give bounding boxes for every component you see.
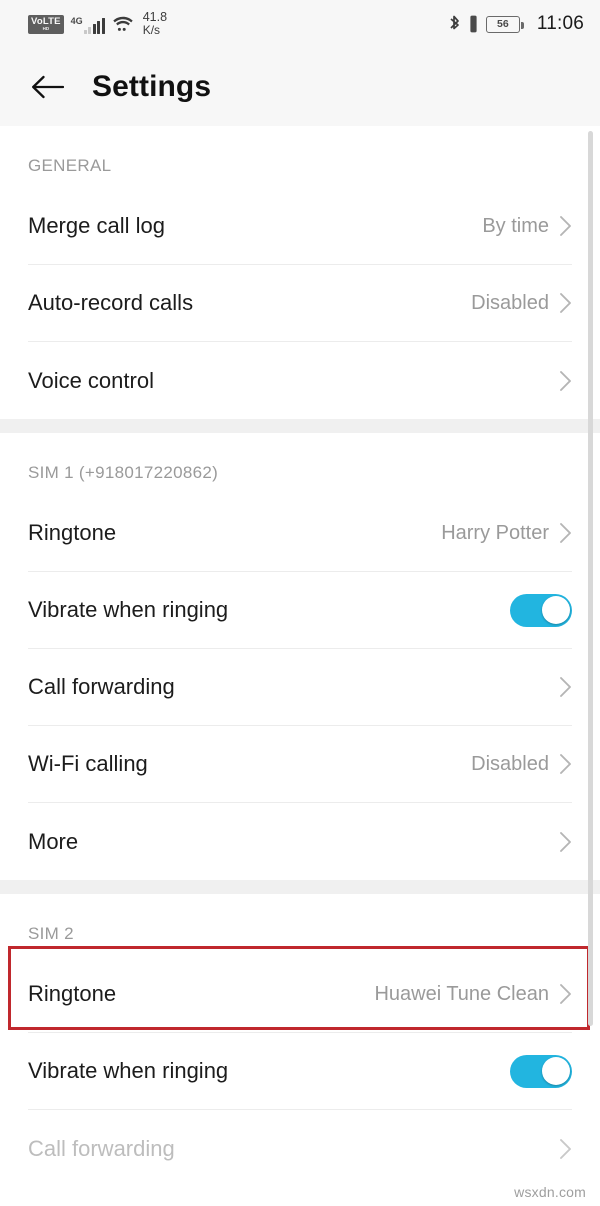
toggle-knob <box>541 1057 570 1085</box>
row-right: Disabled <box>471 292 572 315</box>
row-label: Vibrate when ringing <box>28 597 229 622</box>
status-bar-right: 56 11:06 <box>448 13 584 35</box>
section-divider <box>0 419 600 433</box>
row-right <box>549 370 572 392</box>
volte-icon: VoLTE HD <box>28 14 64 34</box>
chevron-right-icon <box>559 292 572 314</box>
battery-level-label: 56 <box>497 18 509 30</box>
row-right: By time <box>482 215 572 238</box>
section-header-sim1: SIM 1 (+918017220862) <box>28 463 219 482</box>
row-sim1-wifi-calling[interactable]: Wi-Fi calling Disabled <box>28 726 572 803</box>
row-right <box>549 676 572 698</box>
row-right <box>510 1054 572 1088</box>
row-label: Call forwarding <box>28 1135 175 1161</box>
vibrate-toggle-sim1[interactable] <box>510 593 572 627</box>
row-sim2-ringtone[interactable]: Ringtone Huawei Tune Clean <box>28 956 572 1033</box>
row-label: Vibrate when ringing <box>28 1058 229 1083</box>
row-sim1-call-forwarding[interactable]: Call forwarding <box>28 649 572 726</box>
row-value: Harry Potter <box>441 521 549 544</box>
volte-icon-sub: HD <box>42 26 50 32</box>
wifi-icon <box>112 15 134 33</box>
row-value: Disabled <box>471 752 549 775</box>
section-divider <box>0 880 600 894</box>
row-right <box>510 593 572 627</box>
vibrate-icon <box>468 14 479 34</box>
row-label: Merge call log <box>28 213 165 238</box>
app-bar: Settings <box>0 48 600 126</box>
network-speed-value: 41.8 <box>142 10 168 24</box>
row-label: Auto-record calls <box>28 290 194 315</box>
row-auto-record-calls[interactable]: Auto-record calls Disabled <box>28 265 572 342</box>
chevron-right-icon <box>559 215 572 237</box>
status-bar-left: VoLTE HD 4G 41.8 K/s <box>28 11 167 37</box>
chevron-right-icon <box>559 983 572 1005</box>
battery-icon: 56 <box>485 15 524 33</box>
vibrate-toggle-sim2[interactable] <box>510 1054 572 1088</box>
section-header-general: GENERAL <box>28 156 112 175</box>
row-merge-call-log[interactable]: Merge call log By time <box>28 188 572 265</box>
chevron-right-icon <box>559 753 572 775</box>
chevron-right-icon <box>559 370 572 392</box>
network-speed-indicator: 41.8 K/s <box>143 11 167 37</box>
row-label: Voice control <box>28 367 154 393</box>
chevron-right-icon <box>559 1138 572 1160</box>
row-sim2-vibrate-when-ringing[interactable]: Vibrate when ringing <box>28 1033 572 1110</box>
signal-bars-glyph <box>83 18 105 34</box>
section-header-sim2: SIM 2 <box>28 924 74 943</box>
scrollbar-thumb[interactable] <box>588 131 593 1026</box>
row-label: More <box>28 828 79 854</box>
settings-list: GENERAL Merge call log By time Auto-reco… <box>0 126 600 1206</box>
watermark-label: wsxdn.com <box>514 1184 586 1200</box>
signal-bars-icon: 4G <box>71 14 105 34</box>
network-speed-unit: K/s <box>142 23 161 37</box>
chevron-right-icon <box>559 522 572 544</box>
row-right: Harry Potter <box>441 522 572 545</box>
row-value: Huawei Tune Clean <box>374 982 549 1005</box>
chevron-right-icon <box>559 676 572 698</box>
row-right: Disabled <box>471 753 572 776</box>
row-label: Ringtone <box>28 520 117 545</box>
status-bar: VoLTE HD 4G 41.8 K/s 56 11:06 <box>0 0 600 48</box>
row-sim2-call-forwarding: Call forwarding <box>28 1110 572 1187</box>
chevron-right-icon <box>559 831 572 853</box>
toggle-knob <box>541 596 570 624</box>
page-title: Settings <box>92 70 212 103</box>
row-value: Disabled <box>471 291 549 314</box>
clock-label: 11:06 <box>536 13 584 34</box>
row-label: Wi-Fi calling <box>28 751 148 776</box>
row-right <box>549 1138 572 1160</box>
row-label: Ringtone <box>28 981 117 1006</box>
row-right <box>549 831 572 853</box>
row-right: Huawei Tune Clean <box>374 983 572 1006</box>
row-sim1-more[interactable]: More <box>28 803 572 880</box>
row-sim1-ringtone[interactable]: Ringtone Harry Potter <box>28 495 572 572</box>
back-arrow-icon[interactable] <box>28 68 66 106</box>
row-sim1-vibrate-when-ringing[interactable]: Vibrate when ringing <box>28 572 572 649</box>
row-voice-control[interactable]: Voice control <box>28 342 572 419</box>
network-type-label: 4G <box>70 16 83 26</box>
row-label: Call forwarding <box>28 674 175 699</box>
row-value: By time <box>482 214 549 237</box>
bluetooth-icon <box>448 14 461 34</box>
